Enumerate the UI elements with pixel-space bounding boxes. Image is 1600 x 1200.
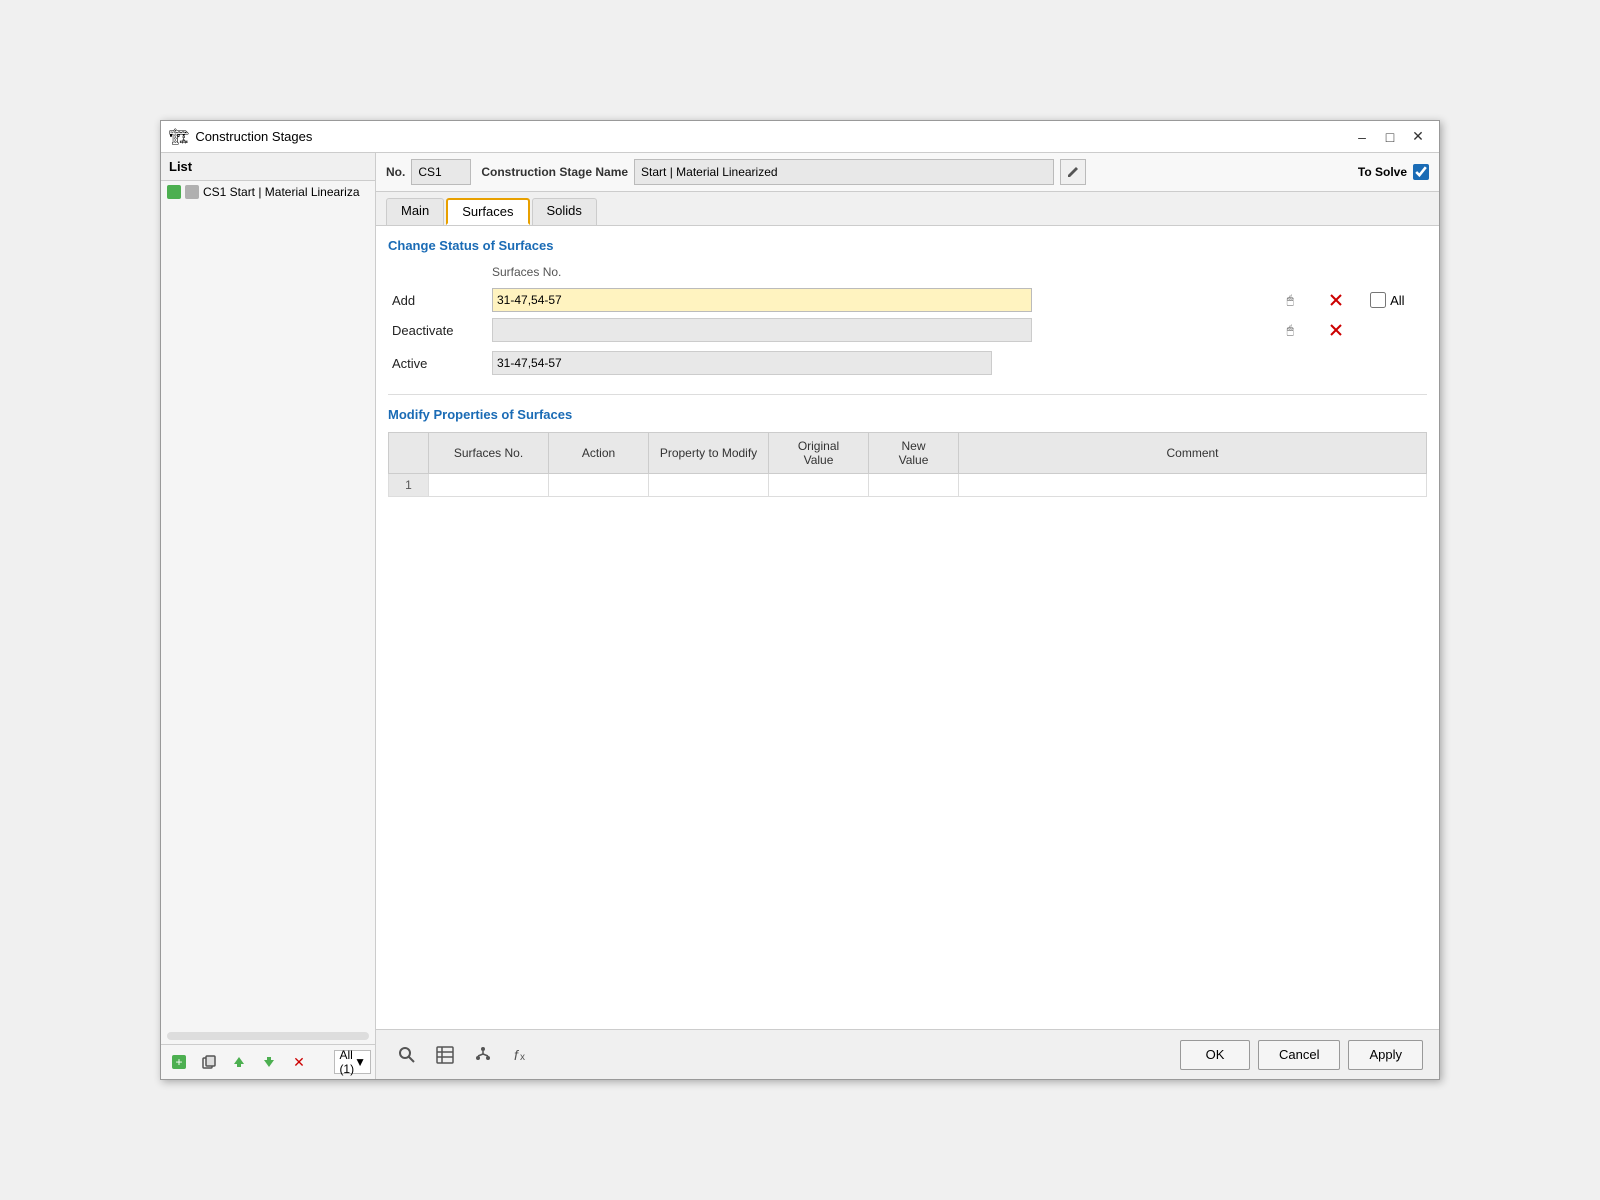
add-label: Add: [388, 285, 488, 315]
main-content: List CS1 Start | Material Lineariza +: [161, 153, 1439, 1079]
tree-icon-button[interactable]: [468, 1041, 498, 1069]
name-input[interactable]: [634, 159, 1054, 185]
row-original-1[interactable]: [769, 474, 869, 497]
right-panel: No. Construction Stage Name To Solve: [376, 153, 1439, 1079]
col-property: Property to Modify: [649, 433, 769, 474]
deactivate-select-button[interactable]: 🖱: [1278, 318, 1302, 342]
add-clear-button[interactable]: [1324, 288, 1348, 312]
sidebar-toolbar: + ✕ All (1) ▼: [161, 1044, 375, 1079]
svg-text:x: x: [520, 1052, 525, 1063]
no-field: No.: [386, 159, 471, 185]
surfaces-no-column-header: Surfaces No.: [488, 263, 1274, 285]
maximize-button[interactable]: □: [1377, 126, 1403, 148]
row-action-1[interactable]: [549, 474, 649, 497]
add-select-button[interactable]: 🖱: [1278, 288, 1302, 312]
cancel-button[interactable]: Cancel: [1258, 1040, 1340, 1070]
active-label: Active: [388, 345, 488, 378]
cursor-icon: 🖱: [1287, 293, 1294, 308]
row-property-1[interactable]: [649, 474, 769, 497]
tosolve-section: To Solve: [1358, 159, 1429, 185]
bottom-right-buttons: OK Cancel Apply: [1180, 1040, 1423, 1070]
add-input[interactable]: [492, 288, 1032, 312]
name-field: Construction Stage Name: [481, 159, 1348, 185]
surfaces-tab-content: Change Status of Surfaces Surfaces No.: [376, 226, 1439, 1029]
col-surfaces-no: Surfaces No.: [429, 433, 549, 474]
minimize-button[interactable]: –: [1349, 126, 1375, 148]
tab-solids[interactable]: Solids: [532, 198, 597, 225]
all-checkbox[interactable]: [1370, 292, 1386, 308]
tabs-bar: Main Surfaces Solids: [376, 192, 1439, 226]
tab-main[interactable]: Main: [386, 198, 444, 225]
deactivate-clear-button[interactable]: [1324, 318, 1348, 342]
titlebar: 🏗 Construction Stages – □ ✕: [161, 121, 1439, 153]
col-action: Action: [549, 433, 649, 474]
deactivate-row: Deactivate 🖱: [388, 315, 1427, 345]
sidebar-item-label: CS1 Start | Material Lineariza: [203, 185, 360, 199]
bottom-toolbar: fx OK Cancel Apply: [376, 1029, 1439, 1079]
add-row: Add 🖱: [388, 285, 1427, 315]
active-row: Active: [388, 345, 1427, 378]
all-label: All: [1390, 293, 1404, 308]
col-new-value: NewValue: [869, 433, 959, 474]
sidebar-filter-dropdown[interactable]: All (1) ▼: [334, 1050, 371, 1074]
titlebar-buttons: – □ ✕: [1349, 126, 1431, 148]
move-down-button[interactable]: [255, 1049, 283, 1075]
close-button[interactable]: ✕: [1405, 126, 1431, 148]
copy-stage-button[interactable]: [195, 1049, 223, 1075]
edit-name-button[interactable]: [1060, 159, 1086, 185]
deactivate-label: Deactivate: [388, 315, 488, 345]
col-original: OriginalValue: [769, 433, 869, 474]
header-row: No. Construction Stage Name To Solve: [376, 153, 1439, 192]
formula-icon-button[interactable]: fx: [506, 1041, 536, 1069]
svg-text:+: +: [175, 1055, 182, 1069]
sidebar-header: List: [161, 153, 375, 181]
tab-surfaces[interactable]: Surfaces: [446, 198, 529, 225]
modify-properties-title: Modify Properties of Surfaces: [388, 407, 1427, 422]
main-window: 🏗 Construction Stages – □ ✕ List CS1 Sta…: [160, 120, 1440, 1080]
bottom-left-icons: fx: [392, 1041, 536, 1069]
active-input[interactable]: [492, 351, 992, 375]
col-num: [389, 433, 429, 474]
window-title: Construction Stages: [195, 129, 312, 144]
section-divider: [388, 394, 1427, 395]
move-up-button[interactable]: [225, 1049, 253, 1075]
sidebar-item-cs1[interactable]: CS1 Start | Material Lineariza: [161, 181, 375, 203]
ok-button[interactable]: OK: [1180, 1040, 1250, 1070]
no-input[interactable]: [411, 159, 471, 185]
cs1-color-box: [185, 185, 199, 199]
change-status-table: Surfaces No. Add: [388, 263, 1427, 378]
cs1-color-icon: [167, 185, 181, 199]
sidebar-scrollbar[interactable]: [167, 1032, 369, 1040]
sidebar-dropdown-label: All (1): [339, 1048, 354, 1076]
apply-button[interactable]: Apply: [1348, 1040, 1423, 1070]
modify-properties-table: Surfaces No. Action Property to Modify O…: [388, 432, 1427, 497]
add-stage-button[interactable]: +: [165, 1049, 193, 1075]
table-row: 1: [389, 474, 1427, 497]
search-icon-button[interactable]: [392, 1041, 422, 1069]
titlebar-left: 🏗 Construction Stages: [169, 127, 312, 147]
sidebar-list: CS1 Start | Material Lineariza: [161, 181, 375, 1028]
row-comment-1[interactable]: [959, 474, 1427, 497]
deactivate-input[interactable]: [492, 318, 1032, 342]
sidebar: List CS1 Start | Material Lineariza +: [161, 153, 376, 1079]
tosolve-label: To Solve: [1358, 165, 1407, 179]
row-surfaces-no-1[interactable]: [429, 474, 549, 497]
dropdown-arrow-icon: ▼: [354, 1055, 366, 1069]
app-icon: 🏗: [169, 127, 189, 147]
col-comment: Comment: [959, 433, 1427, 474]
no-label: No.: [386, 165, 405, 179]
name-label: Construction Stage Name: [481, 165, 628, 179]
delete-stage-button[interactable]: ✕: [285, 1049, 313, 1075]
tosolve-checkbox[interactable]: [1413, 164, 1429, 180]
change-status-title: Change Status of Surfaces: [388, 238, 1427, 253]
cursor-icon-2: 🖱: [1287, 323, 1294, 338]
table-icon-button[interactable]: [430, 1041, 460, 1069]
row-new-value-1[interactable]: [869, 474, 959, 497]
all-checkbox-row: All: [1370, 292, 1423, 308]
row-num-1: 1: [389, 474, 429, 497]
